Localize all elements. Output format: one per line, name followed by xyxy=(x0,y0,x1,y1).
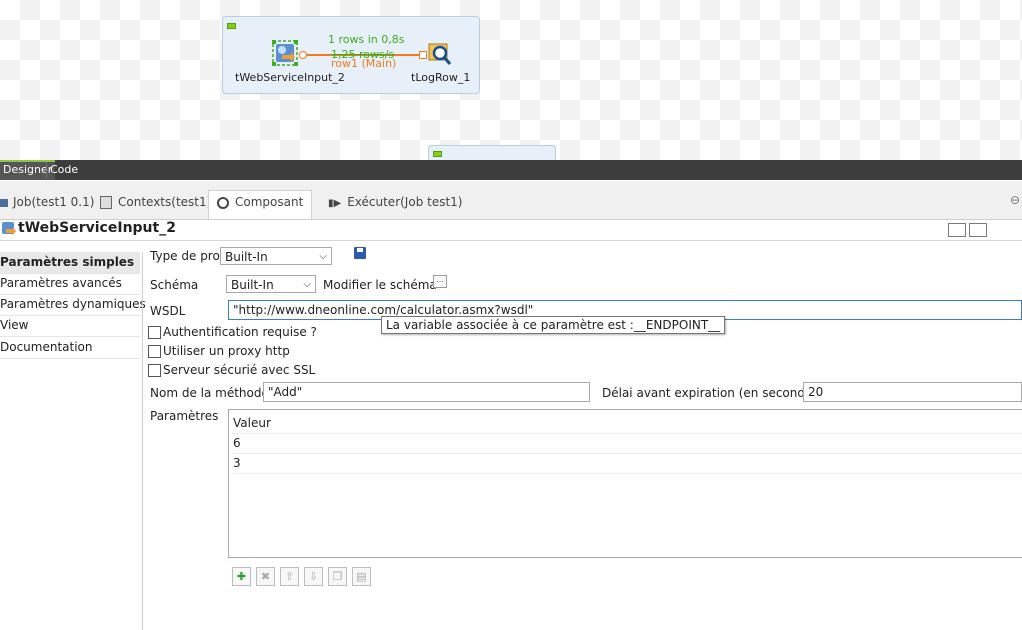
tab-job-label: Job(test1 0.1) xyxy=(13,195,95,209)
ssl-checkbox[interactable] xyxy=(148,364,161,377)
connection-start-handle[interactable] xyxy=(299,51,307,59)
tab-contexts[interactable]: Contexts(test1) xyxy=(100,191,211,213)
tab-run[interactable]: ▮▶ Exécuter(Job test1) xyxy=(328,191,462,213)
method-name-label: Nom de la méthode xyxy=(150,386,269,400)
add-row-button[interactable]: ✚ xyxy=(232,567,251,586)
chevron-down-icon: ⌵ xyxy=(303,279,311,290)
auth-required-label: Authentification requise ? xyxy=(163,325,317,339)
wsdl-label: WSDL xyxy=(150,304,186,318)
subjob-2-collapse-toggle[interactable] xyxy=(433,151,442,157)
schema-value: Built-In xyxy=(231,278,274,292)
title-divider xyxy=(0,240,1022,241)
component-title: tWebServiceInput_2 xyxy=(18,220,176,236)
copy-button[interactable]: ❐ xyxy=(328,567,347,586)
nav-view[interactable]: View xyxy=(0,315,140,337)
table-header: Valeur xyxy=(233,413,1022,434)
log-row-icon[interactable] xyxy=(428,42,452,66)
web-service-component-icon xyxy=(2,222,16,236)
job-icon xyxy=(0,198,8,207)
nav-separator xyxy=(142,252,143,630)
timeout-label: Délai avant expiration (en secondes) xyxy=(602,386,824,400)
ssl-label: Serveur sécurié avec SSL xyxy=(163,363,316,377)
chevron-down-icon: ⌵ xyxy=(319,251,327,262)
layout-list-icon[interactable] xyxy=(969,223,987,237)
method-name-input[interactable]: "Add" xyxy=(263,382,590,402)
subjob-collapse-toggle[interactable] xyxy=(227,23,236,29)
nav-basic-settings[interactable]: Paramètres simples xyxy=(0,252,140,274)
tab-run-label: Exécuter(Job test1) xyxy=(347,195,463,209)
delete-row-button[interactable]: ✖ xyxy=(256,567,275,586)
parameters-label: Paramètres xyxy=(150,409,219,423)
save-icon[interactable] xyxy=(354,247,366,259)
table-row[interactable]: 6 xyxy=(233,433,1022,454)
tab-job[interactable]: Job(test1 0.1) xyxy=(0,191,94,213)
tab-code[interactable]: Code xyxy=(46,162,81,178)
move-up-button[interactable]: ⇧ xyxy=(280,567,299,586)
layout-grid-icon[interactable] xyxy=(948,223,966,237)
web-service-input-icon[interactable] xyxy=(272,40,298,66)
paste-button[interactable]: ▤ xyxy=(352,567,371,586)
stats-rows-label: 1 rows in 0,8s xyxy=(328,33,405,46)
move-down-button[interactable]: ⇩ xyxy=(304,567,323,586)
schema-label: Schéma xyxy=(150,278,199,292)
use-proxy-label: Utiliser un proxy http xyxy=(163,344,290,358)
connection-end-handle[interactable] xyxy=(419,51,427,59)
run-icon: ▮▶ xyxy=(328,198,342,209)
schema-select[interactable]: Built-In ⌵ xyxy=(226,275,316,293)
parameters-table[interactable]: Valeur 6 3 xyxy=(228,409,1022,558)
auth-required-checkbox[interactable] xyxy=(148,326,161,339)
tab-component[interactable]: Composant xyxy=(208,190,313,219)
design-canvas[interactable]: 1 rows in 0,8s 1,25 rows/s row1 (Main) t… xyxy=(0,0,1022,163)
property-type-value: Built-In xyxy=(225,250,268,264)
tab-component-label: Composant xyxy=(235,195,304,209)
nav-dynamic-settings[interactable]: Paramètres dynamiques xyxy=(0,294,146,316)
edit-schema-label: Modifier le schéma xyxy=(323,278,437,292)
minimize-view-icon[interactable]: ⊖ xyxy=(1010,189,1020,211)
table-row[interactable]: 3 xyxy=(233,453,1022,474)
use-proxy-checkbox[interactable] xyxy=(148,345,161,358)
contexts-icon xyxy=(100,196,112,209)
component-in-label[interactable]: tWebServiceInput_2 xyxy=(235,71,345,84)
nav-documentation[interactable]: Documentation xyxy=(0,337,140,359)
component-icon xyxy=(217,196,229,209)
endpoint-tooltip: La variable associée à ce paramètre est … xyxy=(381,316,726,334)
timeout-input[interactable]: 20 xyxy=(803,382,1022,402)
nav-advanced-settings[interactable]: Paramètres avancés xyxy=(0,273,140,295)
edit-schema-button[interactable]: ... xyxy=(433,275,447,288)
property-type-select[interactable]: Built-In ⌵ xyxy=(220,247,332,265)
connection-label[interactable]: row1 (Main) xyxy=(331,57,396,70)
tab-contexts-label: Contexts(test1) xyxy=(118,195,212,209)
view-tabs-row: Job(test1 0.1) Contexts(test1) Composant… xyxy=(0,181,1022,220)
component-out-label[interactable]: tLogRow_1 xyxy=(411,71,470,84)
editor-mode-bar: Designer Code xyxy=(0,160,1022,180)
